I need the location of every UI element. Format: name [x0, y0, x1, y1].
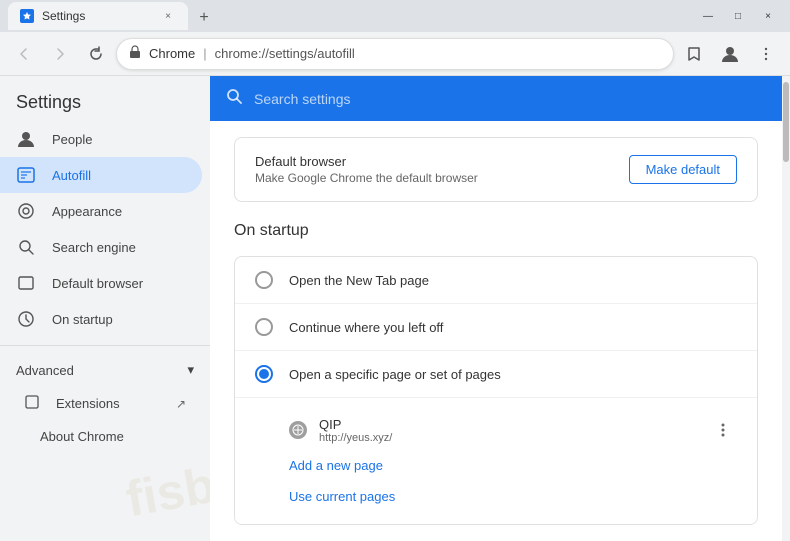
radio-new-tab[interactable] [255, 271, 273, 289]
people-label: People [52, 132, 92, 147]
appearance-icon [16, 201, 36, 221]
page-menu-button[interactable] [709, 416, 737, 444]
appearance-label: Appearance [52, 204, 122, 219]
browser-toolbar: Chrome | chrome://settings/autofill [0, 32, 790, 76]
sidebar-item-default-browser[interactable]: Default browser [0, 265, 202, 301]
page-entry: QIP http://yeus.xyz/ [289, 410, 737, 450]
default-browser-desc: Make Google Chrome the default browser [255, 171, 478, 185]
on-startup-icon [16, 309, 36, 329]
on-startup-label: On startup [52, 312, 113, 327]
search-bar [210, 76, 782, 121]
sidebar-item-people[interactable]: People [0, 121, 202, 157]
scrollbar-thumb[interactable] [783, 82, 789, 162]
sidebar-item-autofill[interactable]: Autofill [0, 157, 202, 193]
default-browser-title: Default browser [255, 154, 478, 169]
address-origin: Chrome [149, 46, 195, 61]
settings-content: Default browser Make Google Chrome the d… [210, 121, 782, 541]
use-current-pages-link[interactable]: Use current pages [289, 481, 737, 512]
sidebar-item-about-chrome[interactable]: About Chrome [0, 421, 202, 452]
make-default-button[interactable]: Make default [629, 155, 737, 184]
window-controls: — □ × [694, 6, 782, 26]
security-icon [129, 45, 141, 62]
sidebar-item-extensions[interactable]: Extensions ↗ [0, 386, 202, 421]
tab-favicon [20, 9, 34, 23]
refresh-button[interactable] [80, 38, 112, 70]
default-browser-text: Default browser Make Google Chrome the d… [255, 154, 478, 185]
address-bar[interactable]: Chrome | chrome://settings/autofill [116, 38, 674, 70]
autofill-label: Autofill [52, 168, 91, 183]
startup-option-specific-page[interactable]: Open a specific page or set of pages [235, 351, 757, 398]
account-button[interactable] [714, 38, 746, 70]
main-layout: Settings People Autofill Appearance Sear… [0, 76, 790, 541]
advanced-section[interactable]: Advanced ▾ [0, 354, 210, 386]
sidebar: Settings People Autofill Appearance Sear… [0, 76, 210, 541]
extensions-icon [24, 394, 40, 413]
page-url: http://yeus.xyz/ [319, 432, 697, 444]
startup-specific-page-label: Open a specific page or set of pages [289, 367, 501, 382]
about-chrome-label: About Chrome [40, 429, 124, 444]
sidebar-item-search[interactable]: Search engine [0, 229, 202, 265]
content-area: Default browser Make Google Chrome the d… [210, 76, 782, 541]
sidebar-item-appearance[interactable]: Appearance [0, 193, 202, 229]
radio-specific-page[interactable] [255, 365, 273, 383]
window-chrome: Settings × + — □ × [0, 0, 790, 32]
search-engine-icon [16, 237, 36, 257]
radio-inner-dot [259, 369, 269, 379]
settings-tab[interactable]: Settings × [8, 2, 188, 30]
startup-option-continue[interactable]: Continue where you left off [235, 304, 757, 351]
on-startup-section-title: On startup [234, 222, 758, 240]
minimize-button[interactable]: — [694, 6, 722, 26]
people-icon [16, 129, 36, 149]
page-name: QIP [319, 417, 697, 432]
search-icon [226, 88, 242, 109]
startup-options-card: Open the New Tab page Continue where you… [234, 256, 758, 525]
startup-new-tab-label: Open the New Tab page [289, 273, 429, 288]
address-path: chrome://settings/autofill [215, 46, 355, 61]
tab-title: Settings [42, 9, 152, 23]
search-input[interactable] [254, 91, 766, 107]
forward-button[interactable] [44, 38, 76, 70]
startup-option-new-tab[interactable]: Open the New Tab page [235, 257, 757, 304]
external-link-icon: ↗ [176, 397, 186, 411]
add-new-page-link[interactable]: Add a new page [289, 450, 737, 481]
advanced-chevron-icon: ▾ [187, 362, 194, 378]
close-button[interactable]: × [754, 6, 782, 26]
tab-bar: Settings × + [8, 2, 694, 30]
startup-pages-sub: QIP http://yeus.xyz/ Add a new page Use … [235, 398, 757, 524]
tab-close-button[interactable]: × [160, 8, 176, 24]
page-favicon [289, 421, 307, 439]
menu-button[interactable] [750, 38, 782, 70]
advanced-label: Advanced [16, 363, 74, 378]
scrollbar[interactable] [782, 76, 790, 541]
default-browser-icon [16, 273, 36, 293]
maximize-button[interactable]: □ [724, 6, 752, 26]
bookmark-button[interactable] [678, 38, 710, 70]
search-engine-label: Search engine [52, 240, 136, 255]
back-button[interactable] [8, 38, 40, 70]
new-tab-button[interactable]: + [192, 6, 216, 30]
startup-continue-label: Continue where you left off [289, 320, 443, 335]
extensions-label: Extensions [56, 396, 120, 411]
autofill-icon [16, 165, 36, 185]
sidebar-divider [0, 345, 210, 346]
page-info: QIP http://yeus.xyz/ [319, 417, 697, 444]
default-browser-card: Default browser Make Google Chrome the d… [234, 137, 758, 202]
sidebar-title: Settings [0, 76, 210, 121]
address-separator: | [203, 46, 206, 61]
sidebar-item-on-startup[interactable]: On startup [0, 301, 202, 337]
default-browser-label: Default browser [52, 276, 143, 291]
radio-continue[interactable] [255, 318, 273, 336]
toolbar-right [678, 38, 782, 70]
